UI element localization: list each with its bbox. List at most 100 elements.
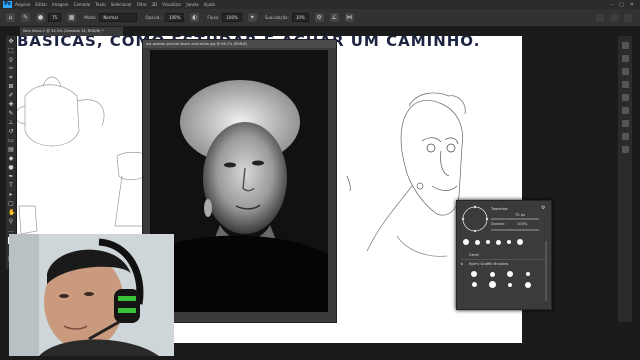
flow-field[interactable]: 100% [222,13,242,22]
eyedropper-tool-icon[interactable]: ✐ [8,93,14,99]
workspace-icons [596,13,632,22]
stamp-tool-icon[interactable]: ⊥ [8,120,14,126]
menu-item-3d[interactable]: 3D [152,2,158,7]
adjustments-panel-icon[interactable] [621,107,629,114]
path-select-icon[interactable]: ▸ [8,192,14,198]
brush-preset[interactable] [526,272,530,276]
menu-item-filtro[interactable]: Filtro [137,2,147,7]
brush-size-value: 75 px [515,213,526,217]
menu-item-editar[interactable]: Editar [35,2,47,7]
recent-brushes-row [463,239,523,245]
menu-item-arquivo[interactable]: Arquivo [15,2,30,7]
panel-scrollbar[interactable] [545,241,547,301]
brush-panel-icon[interactable] [621,81,629,88]
blur-tool-icon[interactable]: ◆ [8,156,14,162]
hardness-slider[interactable] [491,229,539,231]
brush-preset[interactable] [471,271,477,277]
brush-preset[interactable] [488,281,496,288]
window-controls: – □ ✕ [611,2,634,8]
folder-icon[interactable]: ▸ [461,261,463,266]
pen-tool-icon[interactable]: ✒ [8,174,14,180]
hardness-value: 100% [517,222,528,226]
properties-panel-icon[interactable] [621,94,629,101]
mode-select[interactable]: Normal [99,13,138,22]
move-tool-icon[interactable]: ✥ [8,39,14,45]
presenter-video [9,234,174,356]
smoothing-field[interactable]: 10% [291,13,309,22]
maximize-icon[interactable]: □ [619,2,624,8]
gradient-tool-icon[interactable]: ▤ [8,147,14,153]
share-icon[interactable] [624,13,632,22]
brush-preset[interactable] [496,239,501,245]
brush-preset[interactable] [507,271,513,277]
reference-photo [150,50,328,312]
menu-item-texto[interactable]: Texto [95,2,106,7]
zoom-tool-icon[interactable]: ⚲ [8,219,14,225]
smoothing-options-icon[interactable]: ⚙ [314,13,324,22]
menu-item-imagem[interactable]: Imagem [52,2,68,7]
airbrush-icon[interactable]: ✦ [247,13,257,22]
lasso-tool-icon[interactable]: ϙ [8,57,14,63]
swatches-panel-icon[interactable] [621,68,629,75]
brush-preset[interactable] [486,240,490,244]
workspace-icon[interactable] [610,13,618,22]
portrait-image [150,50,328,312]
brush-tool-icon[interactable]: ✎ [8,111,14,117]
brush-grid [467,271,535,288]
angle-icon[interactable]: ∠ [329,13,339,22]
photoshop-logo-icon[interactable]: Ps [3,1,12,8]
frame-tool-icon[interactable]: ⊠ [8,84,14,90]
symmetry-icon[interactable]: ⋈ [344,13,354,22]
opacity-label: Opacid.: [145,15,162,20]
brush-tool-icon[interactable]: ✎ [21,13,30,22]
document-tab[interactable]: Sem título-1 @ 33,3% (Camada 14, RGB/8) … [20,27,123,36]
menu-item-visualizar[interactable]: Visualizar [162,2,181,7]
general-section-label[interactable]: Geral [469,253,479,257]
shape-tool-icon[interactable]: ▢ [8,201,14,207]
brush-size-readout: 75 [48,13,62,22]
options-bar: ⌂ ✎ ● 75 ▦ Modo: Normal Opacid.: 100% ◐ … [0,9,640,27]
menu-item-ajuda[interactable]: Ajuda [204,2,215,7]
quick-select-tool-icon[interactable]: ✑ [8,66,14,72]
pressure-opacity-icon[interactable]: ◐ [190,13,200,22]
panel-settings-icon[interactable]: ⚙ [541,205,545,211]
panel-icons-strip [618,36,632,322]
brush-settings-icon[interactable]: ▦ [67,13,77,22]
marquee-tool-icon[interactable]: ⬚ [8,48,14,54]
brush-folder-label[interactable]: Kyle's Graffiti Brushes [469,262,508,266]
photo-window-title[interactable]: old-woman-portrait-black-and-white.jpg @… [143,40,336,48]
brush-preset-picker[interactable]: ● [36,13,45,22]
menu-item-janela[interactable]: Janela [186,2,198,7]
brush-size-label: Tamanho: [491,207,509,211]
menu-item-camada[interactable]: Camada [74,2,91,7]
brush-preset[interactable] [517,239,523,245]
brush-preset[interactable] [507,240,511,244]
menu-item-selecionar[interactable]: Selecionar [111,2,132,7]
hand-tool-icon[interactable]: ✋ [8,210,15,216]
history-panel-icon[interactable] [621,42,629,49]
type-tool-icon[interactable]: T [8,183,14,189]
brush-preset[interactable] [475,239,480,245]
channels-panel-icon[interactable] [621,133,629,140]
crop-tool-icon[interactable]: ⌗ [8,75,14,81]
search-icon[interactable] [596,13,604,22]
brush-preset[interactable] [463,239,469,245]
brush-angle-preview[interactable] [461,205,489,233]
history-brush-icon[interactable]: ↺ [8,129,14,135]
color-panel-icon[interactable] [621,55,629,62]
brush-preset[interactable] [508,282,512,287]
home-icon[interactable]: ⌂ [6,13,15,22]
minimize-icon[interactable]: – [611,2,614,8]
eraser-tool-icon[interactable]: ▭ [8,138,14,144]
dodge-tool-icon[interactable]: ● [8,165,14,171]
opacity-field[interactable]: 100% [164,13,185,22]
close-icon[interactable]: ✕ [630,2,634,8]
paths-panel-icon[interactable] [621,146,629,153]
healing-tool-icon[interactable]: ✚ [8,102,14,108]
layers-panel-icon[interactable] [621,120,629,127]
brush-preset[interactable] [489,271,495,277]
brush-size-slider[interactable] [491,218,539,220]
hardness-label: Dureza: [491,222,505,226]
brush-preset[interactable] [525,281,531,288]
brush-preset[interactable] [471,282,477,287]
